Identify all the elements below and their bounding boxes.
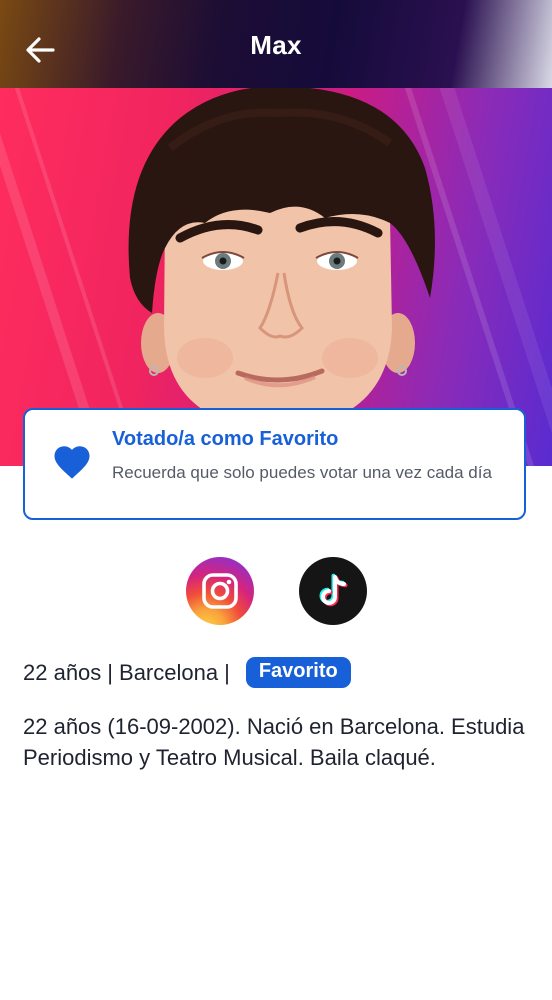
tiktok-icon	[319, 573, 348, 607]
heart-icon	[54, 446, 90, 479]
instagram-icon	[202, 573, 238, 609]
separator: |	[107, 659, 114, 685]
page-title: Max	[250, 30, 302, 60]
vote-card-title: Votado/a como Favorito	[112, 428, 339, 450]
tiktok-button[interactable]	[299, 557, 367, 625]
app-header: Max	[0, 0, 552, 88]
vote-status-card: Votado/a como Favorito Recuerda que solo…	[23, 408, 526, 520]
instagram-button[interactable]	[186, 557, 254, 625]
contestant-profile-screen: Max Votado/a como Favorito Recuerda que …	[0, 0, 552, 1000]
status-badge: Favorito	[245, 657, 351, 688]
contestant-bio: 22 años (16-09-2002). Nació en Barcelona…	[23, 714, 525, 770]
separator: |	[224, 659, 230, 685]
city-text: Barcelona	[119, 659, 219, 685]
contestant-meta: 22 años | Barcelona | Favorito	[23, 657, 351, 688]
age-text: 22 años	[23, 659, 102, 685]
vote-card-subtitle: Recuerda que solo puedes votar una vez c…	[112, 463, 492, 482]
